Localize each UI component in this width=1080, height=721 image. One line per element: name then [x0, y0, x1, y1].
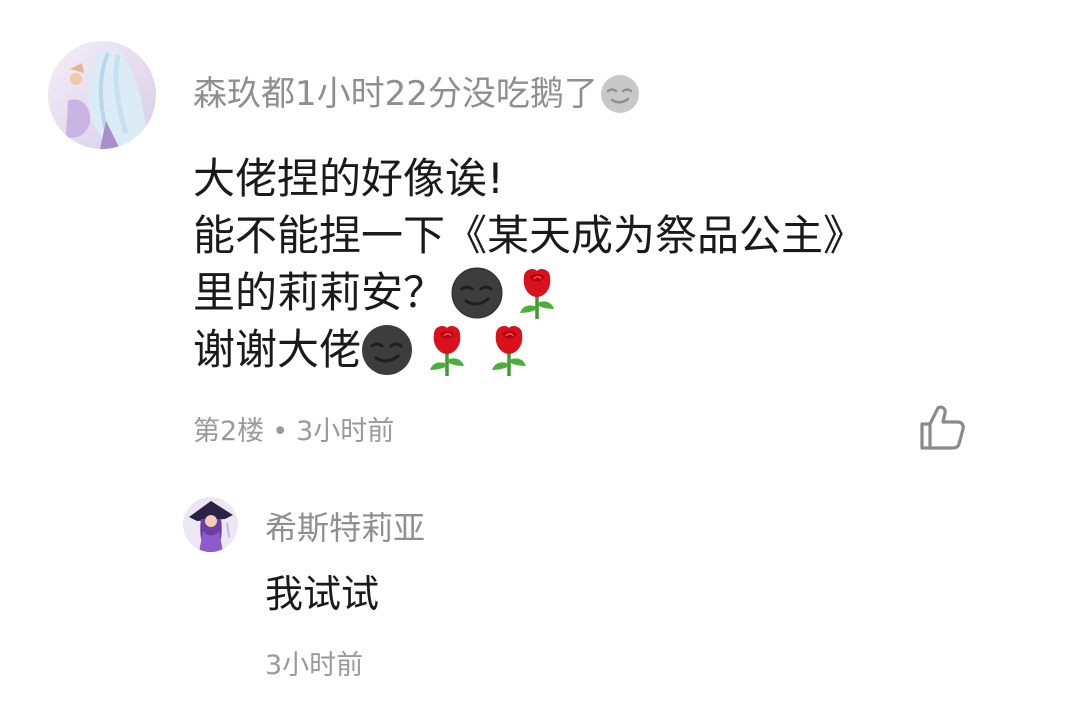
reply-text: 我试试	[265, 572, 380, 616]
comment-time: 3小时前	[296, 416, 395, 447]
commenter-username[interactable]: 森玖都1小时22分没吃鹅了	[193, 72, 640, 116]
comment-meta: 第2楼 • 3小时前	[193, 414, 394, 450]
comment-line-text: 能不能捏一下《某天成为祭品公主》	[193, 211, 866, 260]
replier-avatar[interactable]	[183, 497, 238, 552]
comment-line-text: 谢谢大佬	[193, 325, 362, 374]
comment-line: 里的莉莉安？	[193, 264, 865, 321]
comment-line: 大佬捏的好像诶!	[193, 150, 865, 207]
smirk-moon-face-icon	[451, 267, 503, 319]
floor-number: 第2楼	[193, 416, 265, 447]
comment-line: 能不能捏一下《某天成为祭品公主》	[193, 207, 865, 264]
comment-thread: 森玖都1小时22分没吃鹅了 大佬捏的好像诶! 能不能捏一下《某天成为祭品公主》 …	[0, 0, 1080, 721]
rose-icon	[483, 324, 529, 376]
reply-time: 3小时前	[265, 650, 364, 681]
comment-body: 大佬捏的好像诶! 能不能捏一下《某天成为祭品公主》 里的莉莉安？ 谢谢大佬	[193, 150, 865, 378]
commenter-username-text[interactable]: 森玖都1小时22分没吃鹅了	[193, 72, 598, 116]
comment-line-text: 大佬捏的好像诶!	[193, 154, 504, 203]
comment-line: 谢谢大佬	[193, 321, 865, 378]
comment-line-text: 里的莉莉安？	[193, 268, 446, 317]
commenter-avatar[interactable]	[48, 41, 156, 149]
replier-username[interactable]: 希斯特莉亚	[265, 507, 425, 549]
smirk-moon-face-icon	[600, 74, 640, 114]
meta-separator: •	[272, 416, 289, 447]
thumbs-up-icon[interactable]	[916, 402, 968, 454]
rose-icon	[421, 324, 467, 376]
like-button[interactable]	[916, 402, 968, 454]
rose-icon	[511, 267, 557, 319]
smirk-moon-face-icon	[361, 324, 413, 376]
